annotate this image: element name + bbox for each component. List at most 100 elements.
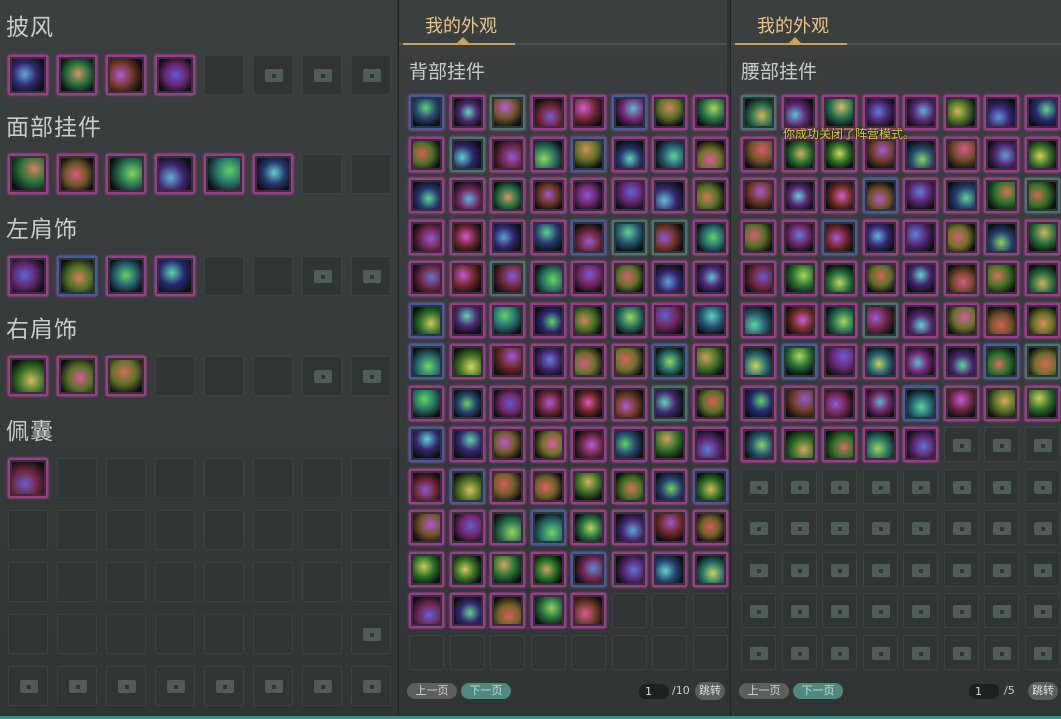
item-slot[interactable] (571, 468, 606, 504)
item-slot[interactable] (652, 344, 687, 379)
item-slot[interactable] (530, 551, 566, 587)
item-slot[interactable] (862, 178, 898, 213)
item-slot[interactable] (571, 551, 606, 587)
item-slot[interactable] (8, 55, 48, 95)
item-slot[interactable] (571, 427, 606, 462)
item-slot[interactable] (862, 302, 898, 338)
item-slot[interactable] (409, 95, 444, 130)
item-slot[interactable] (1024, 178, 1060, 213)
item-slot[interactable] (449, 510, 485, 545)
item-slot[interactable] (652, 95, 687, 130)
item-slot[interactable] (652, 136, 687, 172)
item-slot[interactable] (822, 261, 857, 296)
item-slot[interactable] (106, 256, 146, 296)
item-slot[interactable] (409, 178, 444, 213)
item-slot[interactable] (571, 510, 606, 545)
item-slot[interactable] (57, 356, 97, 396)
item-slot[interactable] (571, 593, 606, 628)
item-slot[interactable] (530, 95, 566, 130)
item-slot[interactable] (984, 302, 1019, 338)
prev-page-button[interactable]: 上一页 (407, 683, 457, 699)
item-slot[interactable] (8, 154, 48, 194)
item-slot[interactable] (449, 385, 485, 421)
item-slot[interactable] (449, 302, 485, 338)
item-slot[interactable] (490, 468, 525, 504)
next-page-button[interactable]: 下一页 (793, 683, 843, 699)
item-slot[interactable] (611, 302, 647, 338)
item-slot[interactable] (530, 219, 566, 255)
item-slot[interactable] (652, 178, 687, 213)
item-slot[interactable] (490, 551, 525, 587)
item-slot[interactable] (490, 261, 525, 296)
item-slot[interactable] (862, 219, 898, 255)
item-slot[interactable] (741, 219, 776, 255)
item-slot[interactable] (984, 385, 1019, 421)
item-slot[interactable] (57, 154, 97, 194)
item-slot[interactable] (490, 95, 525, 130)
item-slot[interactable] (652, 261, 687, 296)
item-slot[interactable] (409, 551, 444, 587)
item-slot[interactable] (57, 55, 97, 95)
item-slot[interactable] (943, 385, 979, 421)
item-slot[interactable] (106, 55, 146, 95)
item-slot[interactable] (611, 510, 647, 545)
item-slot[interactable] (571, 261, 606, 296)
item-slot[interactable] (571, 302, 606, 338)
item-slot[interactable] (611, 136, 647, 172)
item-slot[interactable] (692, 427, 728, 462)
item-slot[interactable] (692, 302, 728, 338)
tab-my-appearance[interactable]: 我的外观 (757, 12, 829, 38)
item-slot[interactable] (611, 468, 647, 504)
item-slot[interactable] (903, 344, 938, 379)
item-slot[interactable] (822, 302, 857, 338)
item-slot[interactable] (903, 261, 938, 296)
item-slot[interactable] (862, 261, 898, 296)
item-slot[interactable] (822, 178, 857, 213)
item-slot[interactable] (741, 302, 776, 338)
item-slot[interactable] (943, 178, 979, 213)
item-slot[interactable] (692, 178, 728, 213)
item-slot[interactable] (409, 136, 444, 172)
item-slot[interactable] (611, 95, 647, 130)
item-slot[interactable] (903, 302, 938, 338)
item-slot[interactable] (530, 261, 566, 296)
item-slot[interactable] (571, 95, 606, 130)
item-slot[interactable] (943, 219, 979, 255)
item-slot[interactable] (692, 95, 728, 130)
item-slot[interactable] (862, 427, 898, 462)
item-slot[interactable] (57, 256, 97, 296)
item-slot[interactable] (530, 593, 566, 628)
item-slot[interactable] (253, 154, 293, 194)
tab-my-appearance[interactable]: 我的外观 (425, 12, 497, 38)
item-slot[interactable] (571, 344, 606, 379)
item-slot[interactable] (449, 136, 485, 172)
item-slot[interactable] (449, 261, 485, 296)
item-slot[interactable] (449, 178, 485, 213)
item-slot[interactable] (490, 136, 525, 172)
item-slot[interactable] (449, 95, 485, 130)
item-slot[interactable] (571, 385, 606, 421)
item-slot[interactable] (106, 154, 146, 194)
item-slot[interactable] (1024, 344, 1060, 379)
item-slot[interactable] (1024, 302, 1060, 338)
item-slot[interactable] (692, 510, 728, 545)
item-slot[interactable] (530, 302, 566, 338)
item-slot[interactable] (984, 136, 1019, 172)
item-slot[interactable] (822, 219, 857, 255)
item-slot[interactable] (652, 510, 687, 545)
item-slot[interactable] (530, 136, 566, 172)
item-slot[interactable] (781, 427, 817, 462)
item-slot[interactable] (741, 178, 776, 213)
item-slot[interactable] (409, 219, 444, 255)
item-slot[interactable] (1024, 219, 1060, 255)
item-slot[interactable] (781, 302, 817, 338)
item-slot[interactable] (530, 510, 566, 545)
item-slot[interactable] (1024, 261, 1060, 296)
item-slot[interactable] (409, 261, 444, 296)
item-slot[interactable] (155, 256, 195, 296)
item-slot[interactable] (652, 302, 687, 338)
item-slot[interactable] (490, 510, 525, 545)
item-slot[interactable] (741, 385, 776, 421)
next-page-button[interactable]: 下一页 (461, 683, 511, 699)
item-slot[interactable] (652, 427, 687, 462)
